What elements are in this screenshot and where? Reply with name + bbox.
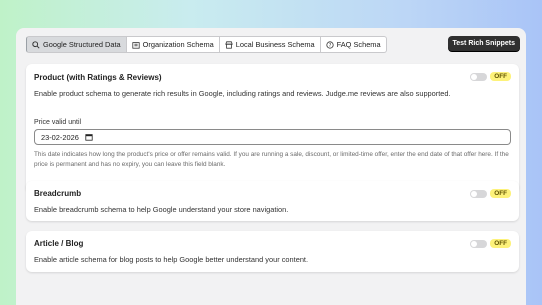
tab-faq-schema[interactable]: ? FAQ Schema bbox=[320, 36, 387, 53]
calendar-icon[interactable] bbox=[85, 133, 93, 141]
price-valid-help-text: This date indicates how long the product… bbox=[34, 151, 509, 168]
breadcrumb-toggle[interactable]: OFF bbox=[470, 189, 511, 198]
status-badge: OFF bbox=[490, 72, 511, 81]
price-valid-until-input[interactable]: 23-02-2026 bbox=[34, 129, 511, 145]
tab-local-business-schema[interactable]: Local Business Schema bbox=[219, 36, 321, 53]
card-title: Breadcrumb bbox=[34, 189, 82, 198]
tab-organization-schema[interactable]: Organization Schema bbox=[126, 36, 220, 53]
status-badge: OFF bbox=[490, 189, 511, 198]
schema-tabs: Google Structured Data Organization Sche… bbox=[26, 36, 387, 53]
article-toggle[interactable]: OFF bbox=[470, 239, 511, 248]
card-title: Article / Blog bbox=[34, 239, 84, 248]
card-title: Product (with Ratings & Reviews) bbox=[34, 73, 162, 82]
product-schema-card: Product (with Ratings & Reviews) OFF Ena… bbox=[26, 64, 519, 193]
tab-label: Google Structured Data bbox=[43, 40, 121, 49]
breadcrumb-schema-card: Breadcrumb OFF Enable breadcrumb schema … bbox=[26, 181, 519, 221]
tab-label: Local Business Schema bbox=[235, 40, 315, 49]
status-badge: OFF bbox=[490, 239, 511, 248]
toggle-switch[interactable] bbox=[470, 189, 488, 198]
tab-label: FAQ Schema bbox=[336, 40, 381, 49]
building-icon bbox=[132, 41, 140, 49]
toggle-switch[interactable] bbox=[470, 239, 488, 248]
card-description: Enable article schema for blog posts to … bbox=[34, 255, 309, 264]
toggle-switch[interactable] bbox=[470, 72, 488, 81]
tab-google-structured-data[interactable]: Google Structured Data bbox=[26, 36, 127, 53]
article-schema-card: Article / Blog OFF Enable article schema… bbox=[26, 231, 519, 272]
price-valid-until-label: Price valid until bbox=[34, 119, 82, 126]
question-icon: ? bbox=[326, 40, 334, 48]
product-toggle[interactable]: OFF bbox=[470, 72, 511, 81]
card-description: Enable product schema to generate rich r… bbox=[34, 89, 451, 98]
store-icon bbox=[224, 40, 233, 49]
test-rich-snippets-button[interactable]: Test Rich Snippets bbox=[447, 36, 520, 51]
search-icon bbox=[32, 40, 40, 49]
app-frame: Google Structured Data Organization Sche… bbox=[16, 28, 526, 305]
tab-label: Organization Schema bbox=[142, 40, 214, 49]
date-value: 23-02-2026 bbox=[41, 132, 79, 142]
card-description: Enable breadcrumb schema to help Google … bbox=[34, 205, 289, 214]
